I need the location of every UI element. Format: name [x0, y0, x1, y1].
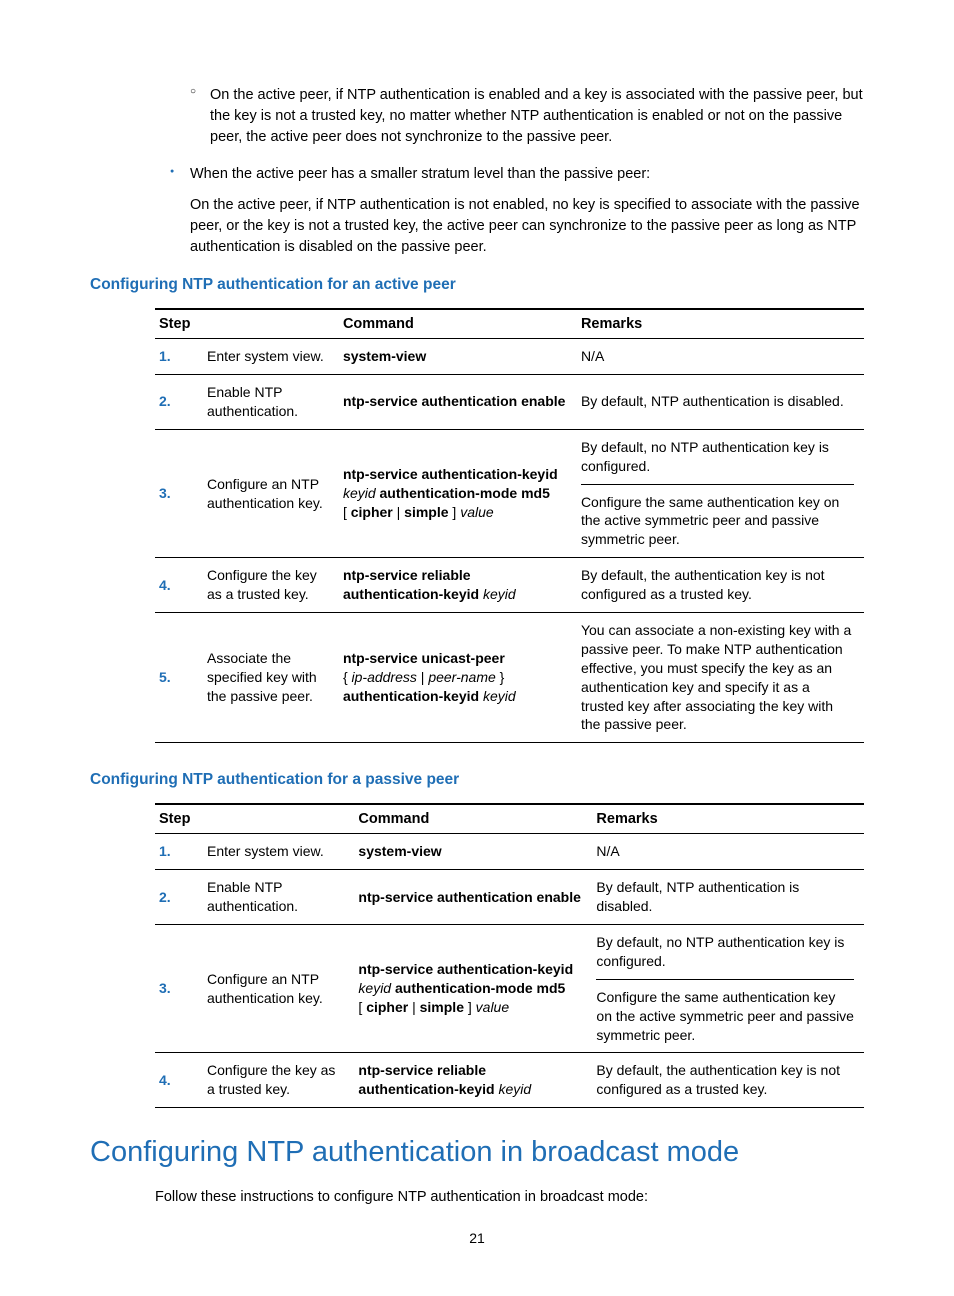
- col-command: Command: [339, 309, 577, 339]
- col-remarks: Remarks: [577, 309, 864, 339]
- bullet-item: When the active peer has a smaller strat…: [90, 164, 864, 185]
- step-remarks: N/A: [592, 834, 864, 870]
- step-desc: Associate the specified key with the pas…: [207, 613, 339, 743]
- step-desc: Enter system view.: [207, 339, 339, 375]
- step-cmd: ntp-service reliable authentication-keyi…: [339, 558, 577, 613]
- step-number: 3.: [155, 925, 207, 1053]
- step-desc: Enable NTP authentication.: [207, 375, 339, 430]
- section-title: Configuring NTP authentication in broadc…: [90, 1136, 864, 1169]
- col-step: Step: [155, 804, 354, 834]
- step-desc: Enter system view.: [207, 834, 354, 870]
- table-row: 5. Associate the specified key with the …: [155, 613, 864, 743]
- step-desc: Enable NTP authentication.: [207, 870, 354, 925]
- table-row: 2. Enable NTP authentication. ntp-servic…: [155, 870, 864, 925]
- step-remarks: N/A: [577, 339, 864, 375]
- nested-bullet: On the active peer, if NTP authenticatio…: [90, 85, 864, 148]
- step-number: 3.: [155, 429, 207, 557]
- step-desc: Configure the key as a trusted key.: [207, 1053, 354, 1108]
- table-row: 2. Enable NTP authentication. ntp-servic…: [155, 375, 864, 430]
- table-row: 3. Configure an NTP authentication key. …: [155, 925, 864, 1053]
- section-heading: Configuring NTP authentication for an ac…: [90, 276, 864, 294]
- step-cmd: ntp-service authentication-keyid keyid a…: [354, 925, 592, 1053]
- col-remarks: Remarks: [592, 804, 864, 834]
- table-row: 1. Enter system view. system-view N/A: [155, 339, 864, 375]
- config-table-active: Step Command Remarks 1. Enter system vie…: [155, 308, 864, 743]
- step-cmd: system-view: [354, 834, 592, 870]
- step-desc: Configure an NTP authentication key.: [207, 429, 339, 557]
- paragraph: On the active peer, if NTP authenticatio…: [90, 195, 864, 258]
- step-cmd: ntp-service unicast-peer { ip-address | …: [339, 613, 577, 743]
- step-number: 5.: [155, 613, 207, 743]
- step-number: 1.: [155, 834, 207, 870]
- step-cmd: ntp-service reliable authentication-keyi…: [354, 1053, 592, 1108]
- step-desc: Configure the key as a trusted key.: [207, 558, 339, 613]
- step-remarks: You can associate a non-existing key wit…: [577, 613, 864, 743]
- step-remarks: By default, NTP authentication is disabl…: [577, 375, 864, 430]
- step-remarks: By default, the authentication key is no…: [592, 1053, 864, 1108]
- step-number: 2.: [155, 870, 207, 925]
- col-command: Command: [354, 804, 592, 834]
- step-number: 1.: [155, 339, 207, 375]
- step-desc: Configure an NTP authentication key.: [207, 925, 354, 1053]
- step-number: 4.: [155, 558, 207, 613]
- step-remarks: By default, no NTP authentication key is…: [592, 925, 864, 1053]
- table-row: 4. Configure the key as a trusted key. n…: [155, 558, 864, 613]
- page-number: 21: [0, 1230, 954, 1246]
- step-remarks: By default, the authentication key is no…: [577, 558, 864, 613]
- step-cmd: ntp-service authentication-keyid keyid a…: [339, 429, 577, 557]
- document-page: On the active peer, if NTP authenticatio…: [0, 0, 954, 1296]
- step-remarks: By default, no NTP authentication key is…: [577, 429, 864, 557]
- paragraph: Follow these instructions to configure N…: [90, 1187, 864, 1208]
- step-cmd: ntp-service authentication enable: [339, 375, 577, 430]
- step-number: 4.: [155, 1053, 207, 1108]
- table-row: 3. Configure an NTP authentication key. …: [155, 429, 864, 557]
- step-cmd: ntp-service authentication enable: [354, 870, 592, 925]
- table-row: 1. Enter system view. system-view N/A: [155, 834, 864, 870]
- step-cmd: system-view: [339, 339, 577, 375]
- section-heading: Configuring NTP authentication for a pas…: [90, 771, 864, 789]
- step-number: 2.: [155, 375, 207, 430]
- col-step: Step: [155, 309, 339, 339]
- config-table-passive: Step Command Remarks 1. Enter system vie…: [155, 803, 864, 1108]
- step-remarks: By default, NTP authentication is disabl…: [592, 870, 864, 925]
- table-row: 4. Configure the key as a trusted key. n…: [155, 1053, 864, 1108]
